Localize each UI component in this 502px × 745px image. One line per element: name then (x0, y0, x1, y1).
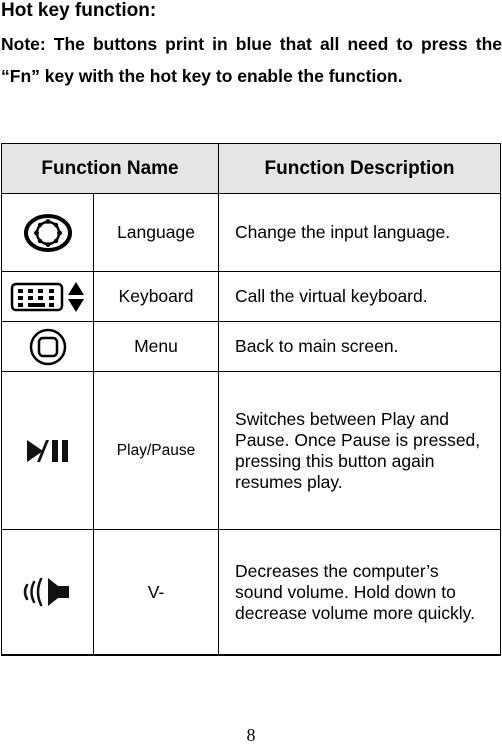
icon-cell (1, 193, 94, 272)
hotkey-table: Function Name Function Description Langu… (0, 143, 501, 656)
icon-cell (1, 371, 94, 530)
function-description: Back to main screen. (218, 321, 501, 372)
virtual-keyboard-icon (10, 281, 84, 312)
play-pause-icon (26, 439, 68, 462)
table-header-row: Function Name Function Description (0, 143, 501, 194)
table-row: V- Decreases the computer’s sound volume… (1, 529, 501, 656)
table-row: Language Change the input language. (1, 193, 501, 272)
note-paragraph: Note: The buttons print in blue that all… (1, 34, 502, 86)
language-globe-icon (23, 213, 72, 252)
home-menu-icon (29, 328, 66, 365)
function-name: Language (92, 193, 220, 272)
page-heading: Hot key function: (1, 0, 157, 21)
table-row: Menu Back to main screen. (1, 321, 501, 372)
function-description: Call the virtual keyboard. (218, 271, 501, 322)
header-function-name: Function Name (0, 143, 220, 194)
function-name: Menu (92, 321, 220, 372)
function-name: V- (92, 529, 220, 656)
function-description: Change the input language. (218, 193, 501, 272)
function-description: Decreases the computer’s sound volume. H… (218, 529, 501, 656)
icon-cell (1, 529, 94, 656)
icon-cell (1, 321, 94, 372)
function-name: Keyboard (92, 271, 220, 322)
table-row: Keyboard Call the virtual keyboard. (1, 271, 501, 322)
function-name: Play/Pause (92, 371, 220, 530)
page-number: 8 (246, 725, 256, 745)
header-function-description: Function Description (218, 143, 501, 194)
icon-cell (1, 271, 94, 322)
table-row: Play/Pause Switches between Play and Pau… (1, 371, 501, 530)
volume-down-icon (23, 577, 69, 607)
function-description: Switches between Play and Pause. Once Pa… (218, 371, 501, 530)
